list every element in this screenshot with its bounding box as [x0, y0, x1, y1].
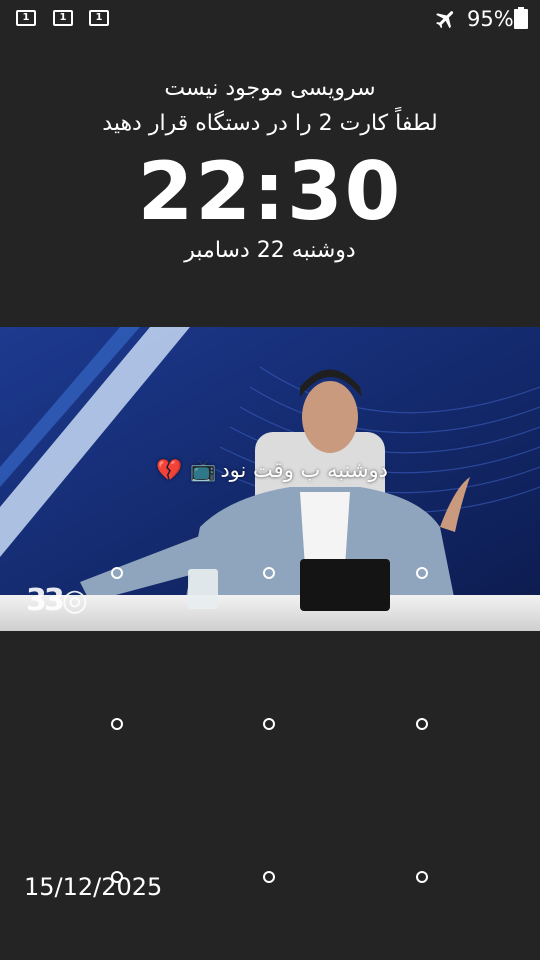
date-stamp: 15/12/2025 [24, 873, 163, 901]
airplane-icon [436, 11, 454, 29]
lock-screen: 1 1 1 95% سرویسی موجود نیست لطفاً کارت 2… [0, 0, 540, 960]
pattern-dot-8[interactable] [263, 871, 275, 883]
caption-text: دوشنبه ب وقت نود [220, 458, 388, 482]
broken-heart-icon: 💔 [156, 458, 183, 482]
sim-card-icon: 1 [16, 10, 36, 26]
pattern-dot-4[interactable] [111, 718, 123, 730]
pattern-dot-3[interactable] [416, 567, 428, 579]
battery-percentage: 95% [467, 7, 514, 31]
sim-card-icon: 1 [53, 10, 73, 26]
channel-logo: 33◎ [26, 583, 88, 618]
pattern-dot-5[interactable] [263, 718, 275, 730]
pattern-dot-9[interactable] [416, 871, 428, 883]
pattern-dot-1[interactable] [111, 567, 123, 579]
carrier-status: سرویسی موجود نیست [164, 76, 376, 101]
clock-time: 22:30 [137, 145, 403, 238]
sim-card-icon: 1 [89, 10, 109, 26]
status-bar: 1 1 1 95% [0, 0, 540, 40]
tv-icon: 📺 [190, 458, 217, 482]
pattern-dot-6[interactable] [416, 718, 428, 730]
pattern-dot-2[interactable] [263, 567, 275, 579]
wallpaper-caption: دوشنبه ب وقت نود📺 💔 [0, 455, 540, 485]
sim-prompt: لطفاً کارت 2 را در دستگاه قرار دهید [102, 111, 438, 136]
clock-date: دوشنبه 22 دسامبر [184, 238, 356, 263]
battery-icon [514, 7, 528, 29]
